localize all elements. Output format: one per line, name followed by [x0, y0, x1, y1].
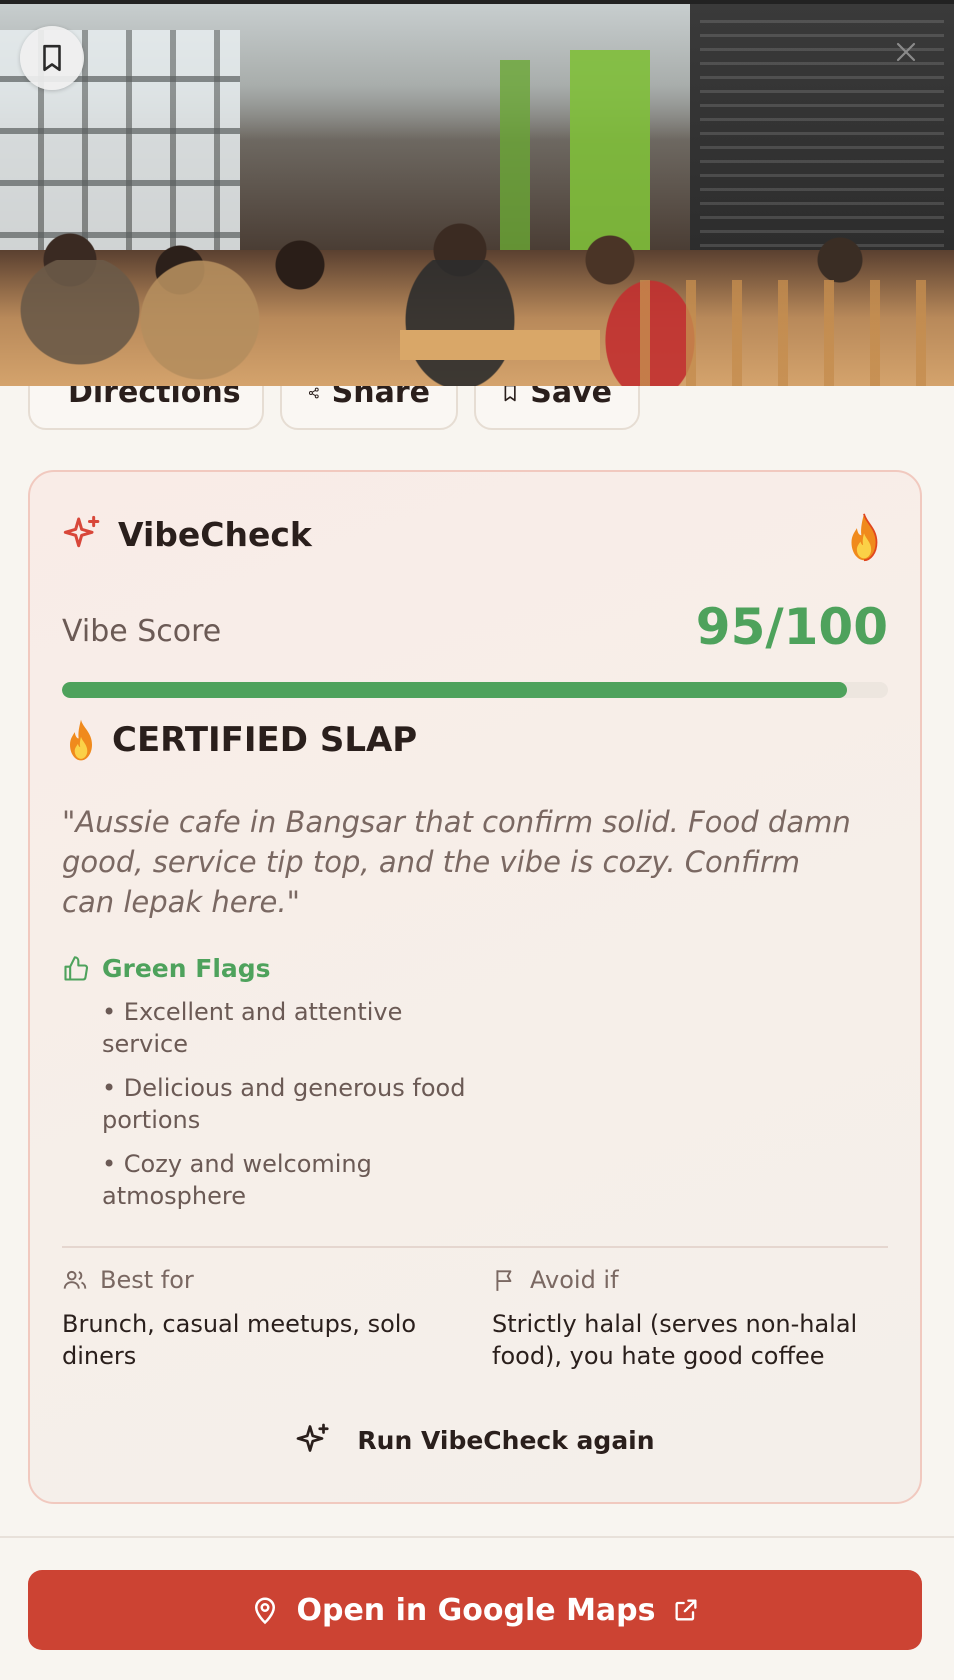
flag-icon: [496, 1270, 512, 1291]
vibecheck-title: VibeCheck: [118, 514, 312, 554]
vibecheck-header: VibeCheck: [62, 514, 312, 554]
fire-icon: [842, 512, 886, 566]
vibe-score-label: Vibe Score: [62, 614, 222, 649]
green-flags-heading: Green Flags: [62, 954, 271, 983]
run-vibecheck-again-button[interactable]: Run VibeCheck again: [30, 1422, 920, 1458]
avoid-if-text: Strictly halal (serves non-halal food), …: [492, 1310, 858, 1370]
thumbs-up-icon: [64, 955, 89, 981]
verdict: CERTIFIED SLAP: [62, 718, 417, 762]
vibecheck-card: VibeCheck Vibe Score 95/100 CERTIFIED SL…: [28, 470, 922, 1504]
divider: [62, 1246, 888, 1248]
bookmark-icon: [43, 44, 61, 72]
run-vibecheck-again-label: Run VibeCheck again: [357, 1425, 655, 1455]
close-icon: [896, 42, 916, 62]
external-link-icon: [675, 1599, 697, 1621]
sparkles-icon: [297, 1423, 330, 1452]
sparkles-icon: [63, 515, 100, 548]
vibe-score-bar-fill: [62, 682, 847, 698]
footer-divider: [0, 1536, 954, 1538]
vibe-quote: "Aussie cafe in Bangsar that confirm sol…: [62, 805, 851, 919]
vibe-score-value: 95/100: [695, 598, 888, 656]
best-for-title: Best for: [100, 1266, 194, 1294]
open-in-google-maps-label: Open in Google Maps: [296, 1592, 656, 1628]
open-in-google-maps-button[interactable]: Open in Google Maps: [28, 1570, 922, 1650]
best-for-text: Brunch, casual meetups, solo diners: [62, 1310, 417, 1370]
avoid-if-section: Avoid if Strictly halal (serves non-hala…: [492, 1266, 892, 1372]
vibe-score-bar: [62, 682, 888, 698]
close-button[interactable]: [886, 32, 926, 72]
list-item: • Excellent and attentive service: [102, 998, 403, 1058]
green-flags-list: • Excellent and attentive service • Deli…: [102, 996, 482, 1224]
best-for-section: Best for Brunch, casual meetups, solo di…: [62, 1266, 462, 1372]
list-item: • Cozy and welcoming atmosphere: [102, 1150, 372, 1210]
list-item: • Delicious and generous food portions: [102, 1074, 466, 1134]
bookmark-button[interactable]: [20, 26, 84, 90]
avoid-if-title: Avoid if: [530, 1266, 619, 1294]
green-flags-title: Green Flags: [102, 954, 271, 983]
verdict-label: CERTIFIED SLAP: [112, 720, 418, 760]
users-icon: [63, 1270, 87, 1289]
fire-icon: [70, 719, 92, 761]
hero-photo: [0, 0, 954, 386]
map-pin-icon: [255, 1597, 276, 1625]
